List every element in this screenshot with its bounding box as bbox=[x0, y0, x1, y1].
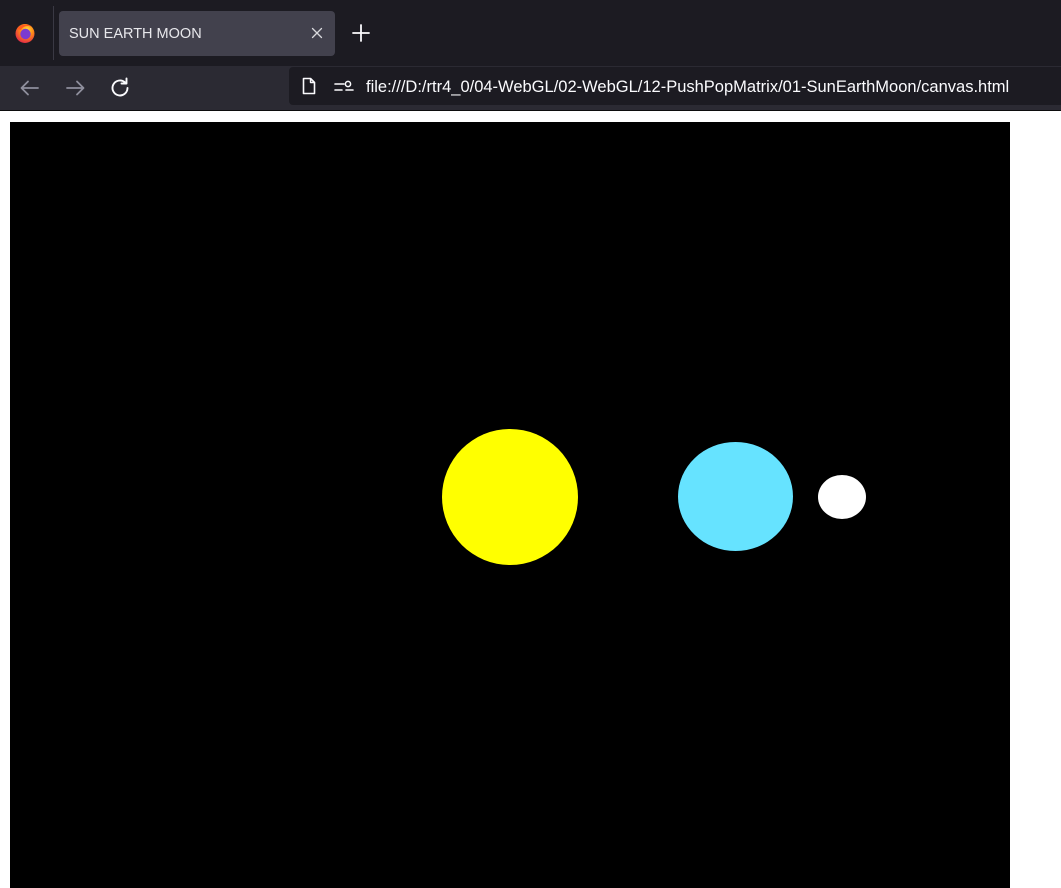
page-icon[interactable] bbox=[301, 77, 317, 95]
tab-title: SUN EARTH MOON bbox=[69, 26, 202, 42]
page-content bbox=[0, 111, 1061, 888]
sun-circle bbox=[442, 429, 578, 565]
url-text[interactable]: file:///D:/rtr4_0/04-WebGL/02-WebGL/12-P… bbox=[366, 67, 1009, 105]
webgl-canvas[interactable] bbox=[10, 122, 1010, 888]
permissions-icon[interactable] bbox=[334, 79, 354, 95]
back-arrow-icon[interactable] bbox=[17, 75, 43, 101]
close-icon[interactable] bbox=[309, 25, 325, 41]
navigation-toolbar: file:///D:/rtr4_0/04-WebGL/02-WebGL/12-P… bbox=[0, 66, 1061, 110]
reload-icon[interactable] bbox=[107, 75, 133, 101]
forward-arrow-icon[interactable] bbox=[62, 75, 88, 101]
earth-circle bbox=[678, 442, 793, 551]
address-bar[interactable]: file:///D:/rtr4_0/04-WebGL/02-WebGL/12-P… bbox=[289, 67, 1061, 105]
tab-sun-earth-moon[interactable]: SUN EARTH MOON bbox=[59, 11, 335, 56]
tab-separator bbox=[53, 6, 54, 60]
plus-icon[interactable] bbox=[350, 22, 372, 44]
moon-circle bbox=[818, 475, 866, 519]
browser-window: SUN EARTH MOON file:///D:/rtr4_0/04-WebG… bbox=[0, 0, 1061, 888]
firefox-logo-icon[interactable] bbox=[14, 22, 36, 44]
tab-strip: SUN EARTH MOON bbox=[0, 0, 1061, 66]
